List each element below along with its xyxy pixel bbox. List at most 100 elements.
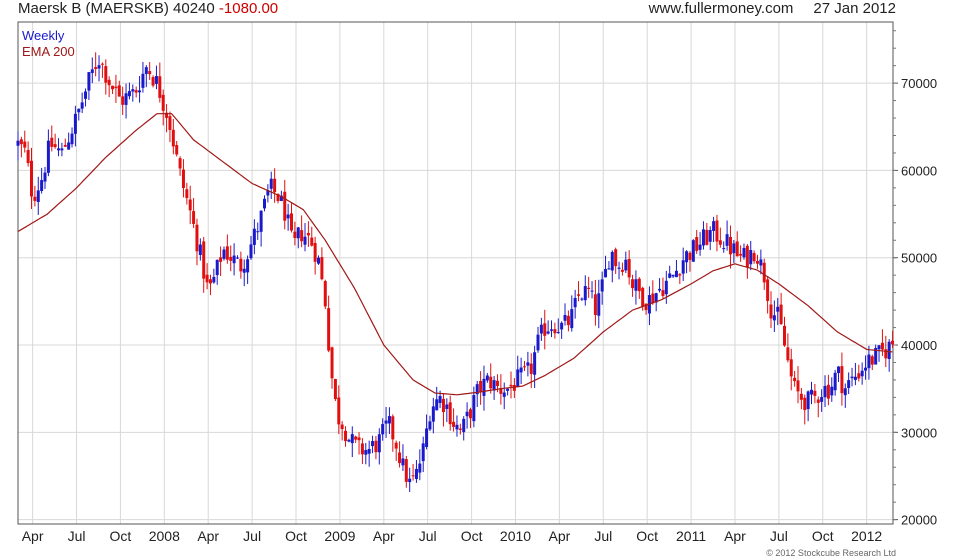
candle-body xyxy=(468,409,472,419)
x-tick-label: Apr xyxy=(197,528,219,544)
candle-body xyxy=(40,180,44,191)
y-tick-label: 60000 xyxy=(901,163,937,178)
candle-body xyxy=(36,190,40,202)
candle-body xyxy=(286,214,290,219)
candle-body xyxy=(823,385,827,398)
candle-body xyxy=(138,90,142,93)
candle-body xyxy=(701,229,705,246)
candle-body xyxy=(73,113,77,134)
candle-body xyxy=(627,259,631,278)
candle-body xyxy=(232,255,236,264)
candle-body xyxy=(634,279,638,291)
candle-body xyxy=(462,418,466,433)
candle-body xyxy=(458,428,462,430)
candle-body xyxy=(198,244,202,255)
candle-body xyxy=(796,380,800,392)
candle-body xyxy=(97,65,101,69)
candle-body xyxy=(19,139,23,145)
candle-body xyxy=(681,260,685,274)
candle-body xyxy=(546,331,550,334)
candle-body xyxy=(762,262,766,283)
candle-body xyxy=(604,269,608,278)
y-tick-label: 20000 xyxy=(901,513,937,528)
candle-body xyxy=(891,340,895,345)
candle-body xyxy=(793,377,797,382)
candle-body xyxy=(222,249,226,259)
candle-body xyxy=(16,140,20,146)
y-tick-label: 70000 xyxy=(901,76,937,91)
candle-body xyxy=(671,274,675,277)
candle-body xyxy=(593,294,597,316)
candle-body xyxy=(350,434,354,444)
candle-body xyxy=(718,240,722,245)
candle-body xyxy=(354,436,358,440)
candle-body xyxy=(188,199,192,211)
candle-body xyxy=(431,406,435,422)
candle-body xyxy=(617,267,621,269)
candle-body xyxy=(46,140,50,173)
candle-body xyxy=(522,366,526,368)
candle-body xyxy=(377,434,381,453)
candle-body xyxy=(465,411,469,417)
candle-body xyxy=(151,77,155,86)
candle-body xyxy=(127,91,131,97)
candle-body xyxy=(367,448,371,454)
candle-body xyxy=(833,372,837,391)
candle-body xyxy=(759,259,763,266)
candle-body xyxy=(300,230,304,242)
candle-body xyxy=(425,428,429,448)
candle-body xyxy=(755,260,759,264)
legend-entry: Weekly xyxy=(22,28,65,43)
candle-body xyxy=(306,232,310,236)
x-tick-label: Apr xyxy=(373,528,395,544)
candle-body xyxy=(570,309,574,329)
candle-body xyxy=(695,237,699,251)
candle-body xyxy=(813,390,817,396)
candle-body xyxy=(708,230,712,242)
candle-body xyxy=(262,198,266,209)
candle-body xyxy=(273,178,277,193)
candle-body xyxy=(23,141,27,148)
candle-body xyxy=(870,356,874,365)
candle-body xyxy=(779,304,783,325)
candle-body xyxy=(404,459,408,482)
candle-body xyxy=(732,243,736,254)
candle-body xyxy=(631,279,635,289)
candle-body xyxy=(249,244,253,259)
candle-body xyxy=(337,397,341,425)
candle-body xyxy=(867,354,871,369)
candle-body xyxy=(192,211,196,224)
x-tick-label: 2008 xyxy=(149,528,180,544)
candle-body xyxy=(624,259,628,271)
candle-body xyxy=(610,251,614,271)
y-tick-label: 40000 xyxy=(901,338,937,353)
candle-body xyxy=(472,395,476,422)
candle-body xyxy=(782,325,786,346)
candle-body xyxy=(674,270,678,278)
candle-body xyxy=(121,96,125,105)
candle-body xyxy=(529,363,533,374)
x-tick-label: 2012 xyxy=(851,528,882,544)
x-tick-label: Apr xyxy=(548,528,570,544)
candle-body xyxy=(455,424,459,430)
candle-body xyxy=(310,237,314,246)
candle-body xyxy=(391,416,395,440)
candle-body xyxy=(776,306,780,312)
candle-body xyxy=(90,69,94,73)
candle-body xyxy=(445,404,449,409)
candle-body xyxy=(509,384,513,387)
candle-body xyxy=(698,244,702,250)
candle-body xyxy=(104,66,108,83)
candle-body xyxy=(259,210,263,232)
candle-body xyxy=(678,274,682,276)
candle-body xyxy=(205,274,209,283)
candle-body xyxy=(333,378,337,400)
candle-body xyxy=(826,384,830,399)
candle-body xyxy=(580,298,584,300)
candle-body xyxy=(107,79,111,86)
candle-body xyxy=(414,468,418,479)
candle-body xyxy=(219,257,223,262)
candle-body xyxy=(479,381,483,393)
candle-body xyxy=(489,376,493,389)
candle-body xyxy=(668,273,672,278)
